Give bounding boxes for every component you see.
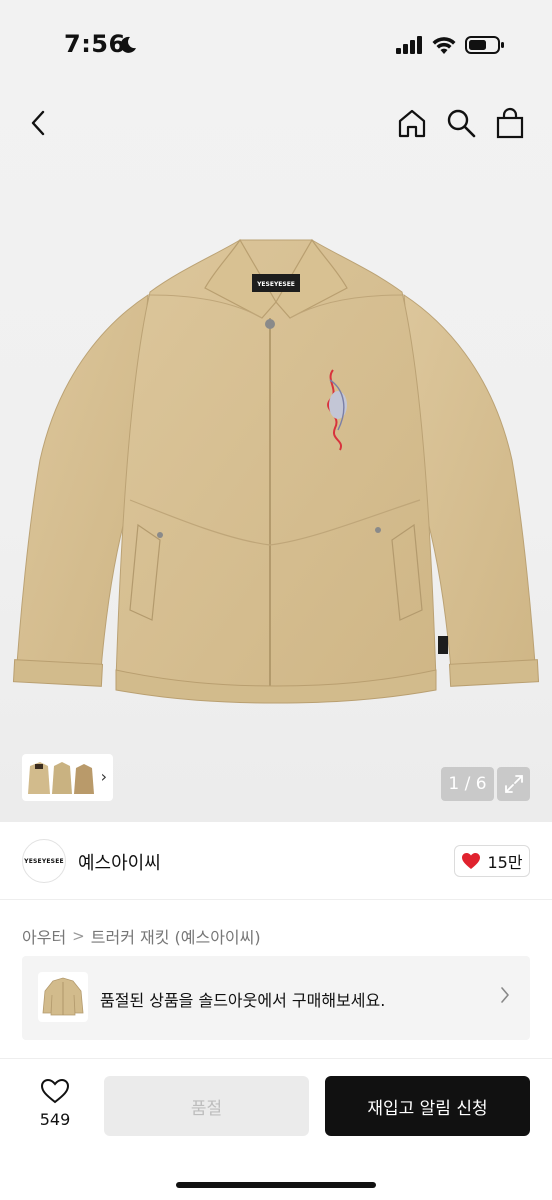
soldout-button[interactable]: 품절	[104, 1076, 309, 1136]
svg-text:YESEYESEE: YESEYESEE	[256, 281, 295, 288]
moon-icon	[120, 36, 136, 53]
thumbnail-strip[interactable]: ›	[22, 754, 113, 801]
expand-image-button[interactable]	[497, 767, 530, 801]
shopping-bag-button[interactable]	[490, 103, 530, 143]
soldout-promo-text: 품절된 상품을 솔드아웃에서 구매해보세요.	[100, 991, 386, 1010]
home-indicator[interactable]	[176, 1182, 376, 1188]
brand-name[interactable]: 예스아이씨	[78, 849, 161, 875]
battery-icon	[465, 36, 504, 54]
brand-like-count: 15만	[487, 853, 523, 872]
soldout-product-thumbnail	[38, 972, 88, 1022]
top-navigation	[0, 95, 552, 151]
status-time: 7:56	[64, 30, 126, 58]
restock-alert-button[interactable]: 재입고 알림 신청	[325, 1076, 530, 1136]
status-bar: 7:56	[0, 0, 552, 90]
wifi-icon	[432, 37, 456, 54]
cellular-signal-icon	[396, 36, 422, 54]
breadcrumb-product[interactable]: 트러커 재킷 (예스아이씨)	[91, 924, 261, 948]
brand-row[interactable]: YESEYESEE 예스아이씨 15만	[0, 822, 552, 900]
shopping-bag-icon	[496, 107, 524, 139]
search-icon	[447, 109, 476, 138]
home-icon	[398, 109, 426, 138]
back-button[interactable]	[18, 103, 58, 143]
product-image[interactable]: YESEYESEE	[0, 200, 552, 740]
image-page-counter: 1 / 6	[441, 767, 494, 801]
brand-logo[interactable]: YESEYESEE	[22, 839, 66, 883]
home-button[interactable]	[392, 103, 432, 143]
heart-outline-icon	[40, 1078, 70, 1104]
expand-icon	[504, 775, 523, 793]
wishlist-button[interactable]: 549	[30, 1078, 80, 1134]
chevron-right-icon: ›	[100, 767, 107, 786]
wishlist-count: 549	[39, 1110, 71, 1129]
product-hero: 7:56 YESEYESEE › 1 / 6	[0, 0, 552, 822]
chevron-right-icon	[501, 987, 509, 1003]
soldout-promo-banner[interactable]: 품절된 상품을 솔드아웃에서 구매해보세요.	[22, 956, 530, 1040]
section-divider	[0, 1058, 552, 1059]
heart-filled-icon	[462, 853, 481, 869]
breadcrumb-category[interactable]: 아우터	[22, 924, 66, 948]
chevron-left-icon	[31, 110, 45, 136]
search-button[interactable]	[441, 103, 481, 143]
brand-like-button[interactable]: 15만	[454, 845, 530, 877]
jacket-thumbnail	[42, 977, 84, 1016]
thumbnail-images	[28, 761, 94, 794]
breadcrumb: 아우터 > 트러커 재킷 (예스아이씨)	[22, 924, 261, 948]
breadcrumb-separator: >	[72, 927, 85, 945]
